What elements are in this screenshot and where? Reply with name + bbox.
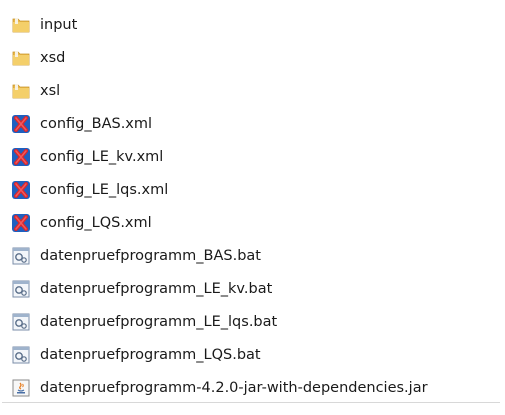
file-row-xsl[interactable]: xsl (2, 76, 500, 106)
file-name: config_LQS.xml (40, 215, 152, 231)
file-name: datenpruefprogramm_LE_kv.bat (40, 281, 273, 297)
folder-icon (10, 14, 32, 36)
file-name: config_LE_lqs.xml (40, 182, 169, 198)
file-row-xsd[interactable]: xsd (2, 43, 500, 73)
file-list: input xsd xsl config_BAS.xml config_LE_k… (0, 0, 505, 415)
file-row-bat-le-lqs[interactable]: datenpruefprogramm_LE_lqs.bat (2, 307, 500, 337)
batch-file-icon (10, 278, 32, 300)
folder-icon (10, 80, 32, 102)
file-row-config-le-kv[interactable]: config_LE_kv.xml (2, 142, 500, 172)
file-row-jar[interactable]: datenpruefprogramm-4.2.0-jar-with-depend… (2, 373, 500, 403)
file-row-config-bas[interactable]: config_BAS.xml (2, 109, 500, 139)
jar-file-icon (10, 377, 32, 399)
batch-file-icon (10, 311, 32, 333)
file-name: datenpruefprogramm_BAS.bat (40, 248, 261, 264)
file-row-bat-le-kv[interactable]: datenpruefprogramm_LE_kv.bat (2, 274, 500, 304)
file-name: datenpruefprogramm_LE_lqs.bat (40, 314, 278, 330)
xml-file-icon (10, 212, 32, 234)
file-name: input (40, 17, 78, 33)
batch-file-icon (10, 344, 32, 366)
file-row-bat-lqs[interactable]: datenpruefprogramm_LQS.bat (2, 340, 500, 370)
xml-file-icon (10, 113, 32, 135)
batch-file-icon (10, 245, 32, 267)
folder-icon (10, 47, 32, 69)
file-name: datenpruefprogramm_LQS.bat (40, 347, 261, 363)
file-name: datenpruefprogramm-4.2.0-jar-with-depend… (40, 379, 428, 396)
file-row-input[interactable]: input (2, 10, 500, 40)
file-name: xsd (40, 50, 66, 66)
file-row-config-le-lqs[interactable]: config_LE_lqs.xml (2, 175, 500, 205)
file-name: xsl (40, 83, 61, 99)
xml-file-icon (10, 146, 32, 168)
file-name: config_BAS.xml (40, 116, 153, 132)
file-row-bat-bas[interactable]: datenpruefprogramm_BAS.bat (2, 241, 500, 271)
file-row-config-lqs[interactable]: config_LQS.xml (2, 208, 500, 238)
file-name: config_LE_kv.xml (40, 149, 164, 165)
xml-file-icon (10, 179, 32, 201)
